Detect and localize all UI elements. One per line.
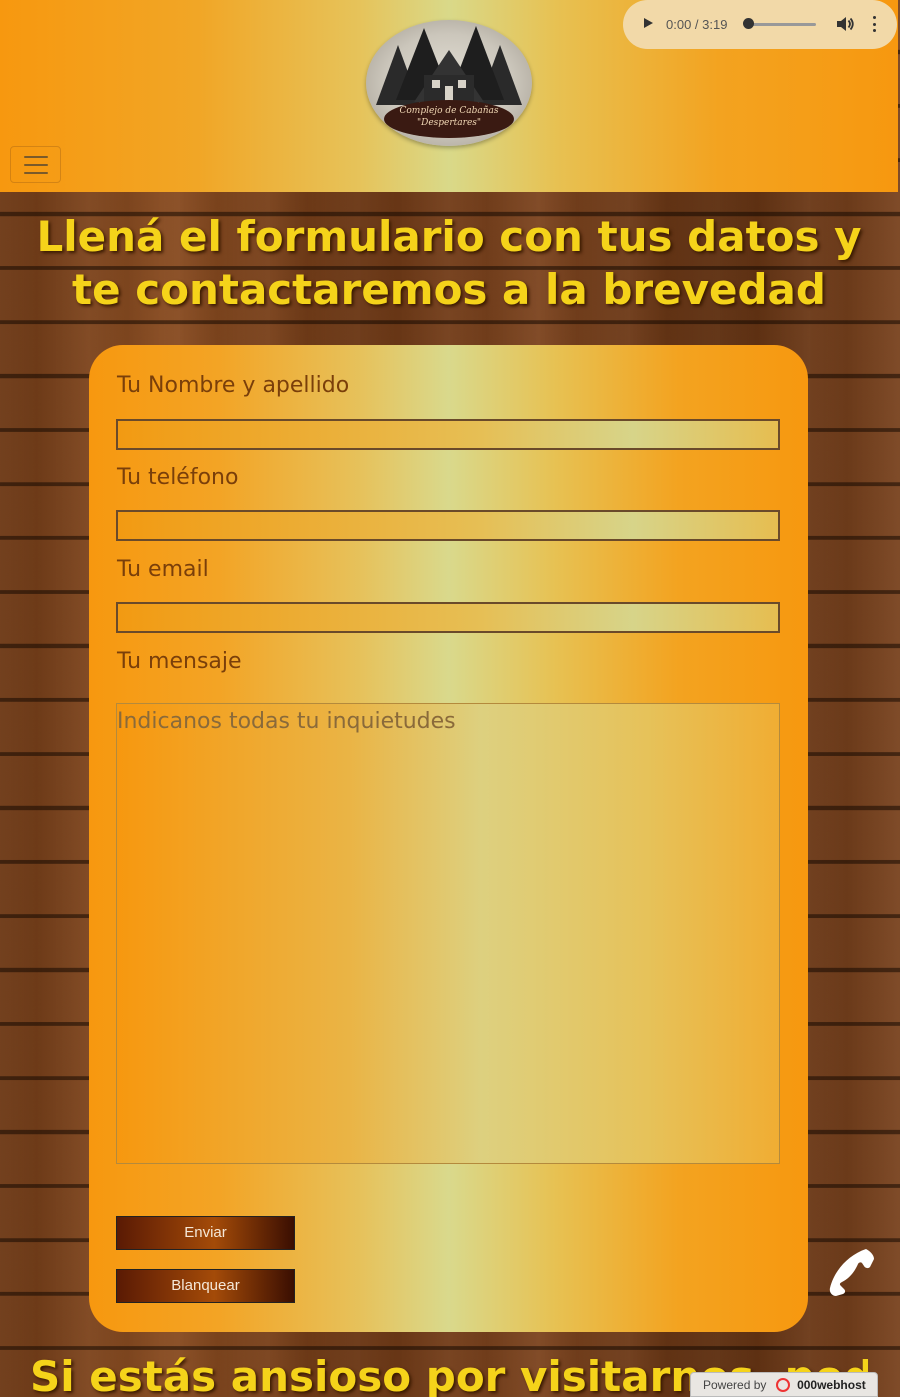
audio-time: 0:00 / 3:19 (666, 17, 728, 32)
webhost-logo-icon (775, 1378, 790, 1392)
more-vertical-icon[interactable] (872, 16, 876, 32)
contact-form: Tu Nombre y apellido Tu teléfono Tu emai… (89, 345, 808, 1332)
phone-field[interactable] (116, 510, 780, 541)
hamburger-icon (23, 155, 48, 158)
hamburger-line (23, 163, 48, 166)
message-placeholder: Indicanos todas tu inquietudes (117, 709, 456, 734)
logo-caption: Complejo de Cabañas "Despertares" (384, 100, 514, 138)
page-title: Llená el formulario con tus datos y te c… (36, 212, 862, 314)
name-label: Tu Nombre y apellido (117, 373, 350, 398)
play-icon[interactable] (644, 18, 653, 28)
reset-button[interactable]: Blanquear (116, 1269, 295, 1303)
site-header: Complejo de Cabañas "Despertares" 0:00 /… (0, 0, 898, 192)
phone-label: Tu teléfono (117, 465, 239, 490)
email-field[interactable] (116, 602, 780, 633)
logo-line-2: "Despertares" (416, 118, 482, 128)
audio-player[interactable]: 0:00 / 3:19 (623, 0, 897, 49)
powered-by-prefix: Powered by (703, 1378, 767, 1392)
logo-line-1: Complejo de Cabañas (399, 106, 499, 116)
email-label: Tu email (117, 557, 209, 582)
hamburger-line (23, 171, 48, 174)
powered-by-brand: 000webhost (797, 1378, 866, 1392)
submit-button[interactable]: Enviar (116, 1216, 295, 1250)
powered-by-badge[interactable]: Powered by 000webhost (690, 1372, 878, 1397)
message-textarea[interactable]: Indicanos todas tu inquietudes (116, 703, 780, 1164)
site-logo[interactable]: Complejo de Cabañas "Despertares" (366, 20, 532, 146)
audio-progress-thumb[interactable] (743, 18, 754, 29)
message-label: Tu mensaje (117, 649, 242, 674)
phone-icon[interactable] (828, 1247, 876, 1297)
menu-toggle-button[interactable] (10, 146, 61, 183)
volume-icon[interactable] (835, 14, 855, 34)
name-field[interactable] (116, 419, 780, 450)
audio-progress-track[interactable] (748, 23, 816, 26)
